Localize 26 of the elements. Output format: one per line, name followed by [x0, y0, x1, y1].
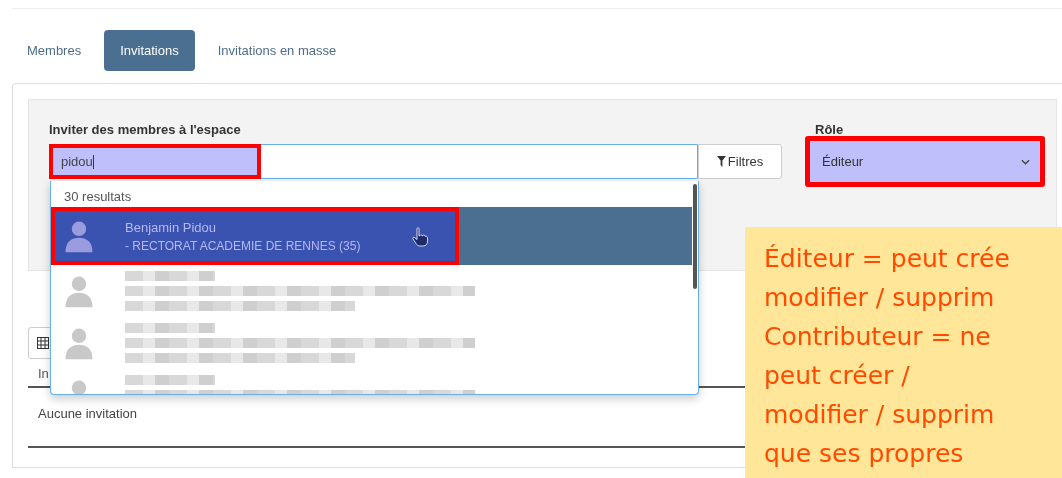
scrollbar[interactable]: [693, 184, 697, 289]
field-label: Inviter des membres à l'espace: [49, 122, 242, 138]
funnel-icon: [716, 156, 726, 167]
note-text: modifier / supprim: [764, 282, 996, 314]
note-text: peut créer /: [764, 360, 911, 392]
person-organization: - RECTORAT ACADEMIE DE RENNES (35): [125, 238, 361, 253]
note-text: modifier / supprim: [764, 399, 996, 431]
chevron-down-icon: [1021, 158, 1030, 165]
filters-button[interactable]: Filtres: [698, 144, 782, 179]
role-select[interactable]: Éditeur: [805, 136, 1045, 187]
column-header: In: [38, 366, 49, 383]
note-text: que ses propres: [764, 438, 965, 470]
hand-cursor-icon: [412, 227, 428, 247]
person-name: Benjamin Pidou: [125, 219, 218, 235]
note-text: Contributeur = ne: [764, 321, 992, 353]
result-item[interactable]: Benjamin Pidou - RECTORAT ACADEMIE DE RENNES (35): [51, 207, 692, 265]
result-count: 30 resultats: [63, 188, 133, 206]
highlight-box: pidou: [49, 144, 261, 179]
tab[interactable]: Invitations en masse: [204, 30, 350, 71]
tab[interactable]: Invitations: [104, 30, 195, 71]
note-text: Éditeur = peut crée: [764, 243, 1011, 275]
tab[interactable]: Membres: [14, 30, 95, 71]
table-icon: [37, 337, 49, 349]
empty-message: Aucune invitation: [38, 406, 137, 423]
field-label: Rôle: [815, 122, 845, 138]
search-field[interactable]: pidou: [49, 144, 698, 179]
